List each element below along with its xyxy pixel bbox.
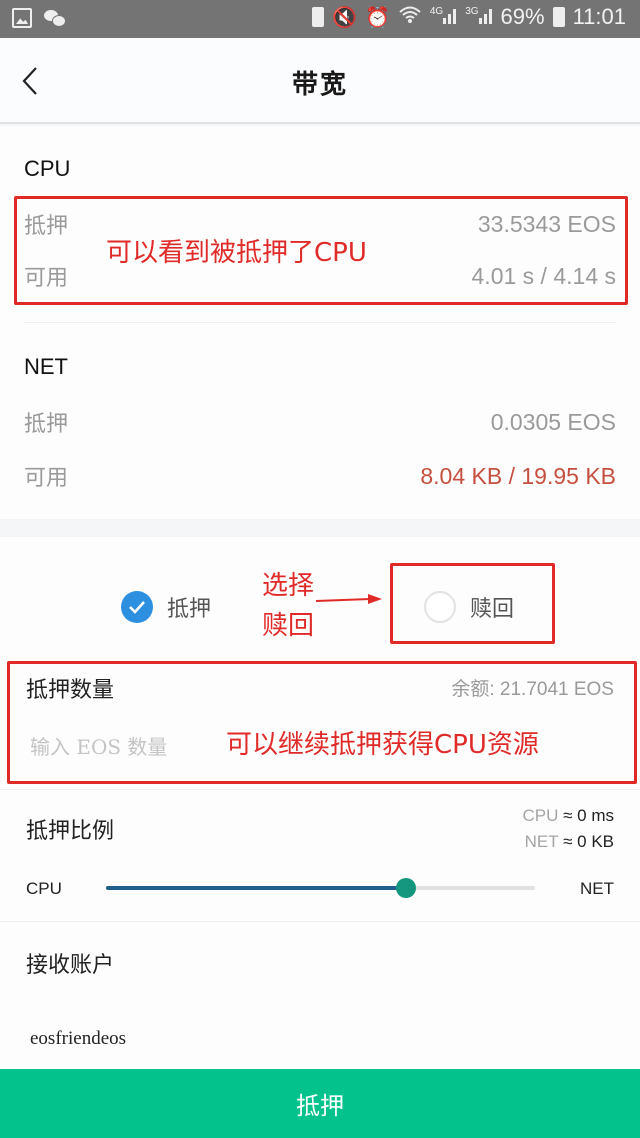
ratio-slider[interactable] bbox=[106, 876, 535, 900]
net-estimate-key: NET bbox=[524, 832, 559, 851]
slider-right-label: NET bbox=[580, 879, 614, 898]
checked-circle-icon bbox=[121, 591, 153, 623]
net-staked-label: 抵押 bbox=[24, 412, 69, 437]
annotation-redeem-note: 选择 赎回 bbox=[262, 566, 314, 646]
battery-charging-icon bbox=[552, 7, 565, 27]
bandwidth-page: 🔇 ⏰ 4G 3G 69% 11:01 带宽 CPU 抵押 33.5343 EO… bbox=[0, 0, 640, 1138]
wechat-icon bbox=[44, 8, 66, 28]
radio-stake[interactable]: 抵押 bbox=[121, 591, 211, 623]
cpu-estimate-value: ≈ 0 ms bbox=[558, 806, 614, 825]
cpu-estimate: CPU ≈ 0 ms bbox=[522, 803, 614, 829]
net-title: NET bbox=[24, 354, 68, 379]
net-details: 抵押 0.0305 EOS 可用 8.04 KB / 19.95 KB bbox=[24, 402, 616, 502]
receiver-label: 接收账户 bbox=[26, 953, 115, 978]
clock: 11:01 bbox=[572, 4, 626, 29]
net-available-row: 可用 8.04 KB / 19.95 KB bbox=[24, 456, 616, 496]
network-3g-label: 3G bbox=[465, 5, 479, 17]
annotation-redeem-line1: 选择 bbox=[262, 571, 315, 601]
annotation-stake-note: 可以继续抵押获得CPU资源 bbox=[226, 730, 539, 760]
network-4g-label: 4G bbox=[429, 5, 444, 17]
annotation-box-stake bbox=[7, 661, 637, 784]
annotation-box-redeem bbox=[390, 563, 555, 644]
net-estimate-value: ≈ 0 KB bbox=[558, 832, 614, 851]
form-divider bbox=[0, 789, 640, 790]
net-available-value: 8.04 KB / 19.95 KB bbox=[420, 462, 616, 489]
net-estimate: NET ≈ 0 KB bbox=[522, 829, 614, 855]
signal-4g-icon: 4G bbox=[430, 6, 457, 29]
radio-stake-label: 抵押 bbox=[167, 597, 212, 622]
receiver-account-input[interactable] bbox=[30, 1021, 430, 1057]
cpu-estimate-key: CPU bbox=[522, 806, 559, 825]
annotation-arrow-icon bbox=[316, 594, 382, 604]
battery-percent: 69% bbox=[500, 4, 545, 29]
signal-3g-icon: 3G bbox=[465, 6, 492, 29]
status-bar: 🔇 ⏰ 4G 3G 69% 11:01 bbox=[0, 0, 640, 38]
page-title: 带宽 bbox=[291, 70, 348, 100]
slider-thumb[interactable] bbox=[396, 878, 417, 898]
alarm-icon: ⏰ bbox=[364, 6, 390, 29]
ratio-label: 抵押比例 bbox=[26, 819, 115, 844]
wifi-icon bbox=[398, 5, 422, 30]
form-divider bbox=[0, 921, 640, 922]
ratio-estimate: CPU ≈ 0 ms NET ≈ 0 KB bbox=[522, 803, 614, 855]
annotation-redeem-line2: 赎回 bbox=[262, 611, 315, 641]
resource-card: CPU 抵押 33.5343 EOS 可用 4.01 s / 4.14 s NE… bbox=[0, 126, 640, 519]
battery-saver-icon bbox=[312, 7, 325, 27]
app-header: 带宽 bbox=[0, 38, 640, 124]
cpu-section: CPU bbox=[24, 156, 616, 182]
annotation-cpu-note: 可以看到被抵押了CPU bbox=[106, 238, 367, 268]
net-staked-value: 0.0305 EOS bbox=[490, 408, 616, 435]
slider-fill bbox=[106, 886, 407, 890]
net-available-label: 可用 bbox=[24, 466, 69, 491]
cpu-title: CPU bbox=[24, 156, 71, 181]
mute-icon: 🔇 bbox=[332, 6, 357, 29]
net-section: NET bbox=[24, 354, 616, 380]
slider-left-label: CPU bbox=[26, 879, 62, 898]
section-divider bbox=[24, 322, 616, 323]
gallery-icon bbox=[12, 8, 32, 28]
net-staked-row: 抵押 0.0305 EOS bbox=[24, 402, 616, 442]
stake-submit-button[interactable]: 抵押 bbox=[0, 1069, 640, 1138]
